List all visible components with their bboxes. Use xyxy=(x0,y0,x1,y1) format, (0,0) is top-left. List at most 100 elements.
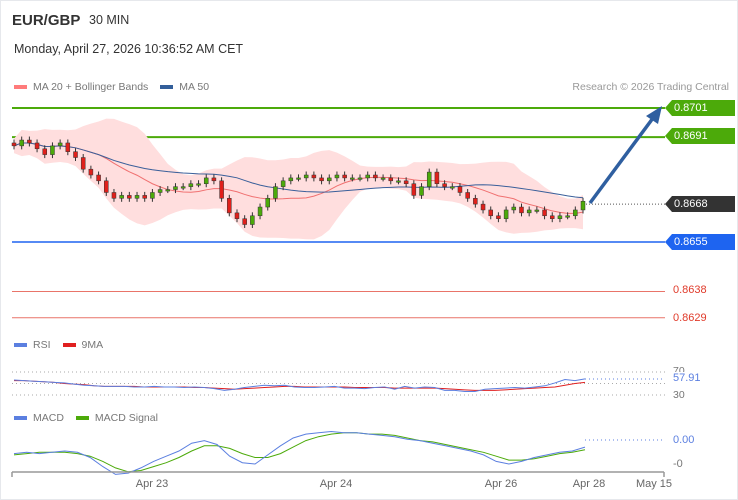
rsi-value: 57.91 xyxy=(673,372,701,384)
candle xyxy=(426,171,432,187)
candle xyxy=(265,198,270,208)
candle xyxy=(434,171,440,184)
candle xyxy=(296,177,301,180)
legend-macd-label: MACD xyxy=(33,412,64,424)
candle xyxy=(319,177,324,182)
candle xyxy=(327,177,332,182)
candle xyxy=(142,195,147,199)
legend-rsi-ma-label: 9MA xyxy=(81,339,104,351)
candle xyxy=(565,215,570,218)
candle xyxy=(257,206,263,217)
candle xyxy=(227,198,232,214)
candle xyxy=(288,177,294,182)
candle xyxy=(73,151,78,158)
candle xyxy=(165,189,171,192)
candle xyxy=(519,206,524,214)
legend-rsi-label: RSI xyxy=(33,339,51,351)
candle xyxy=(503,209,509,219)
current-price-tag: 0.8668 xyxy=(665,196,735,212)
forecast-arrow xyxy=(588,112,658,205)
chart-widget: EUR/GBP 30 MIN Monday, April 27, 2026 10… xyxy=(0,0,738,500)
candle xyxy=(549,215,555,219)
candle xyxy=(27,139,32,144)
candle xyxy=(465,192,470,199)
candle xyxy=(311,174,317,179)
candle xyxy=(542,209,547,217)
legend-rsi: RSI 9MA xyxy=(14,339,103,351)
candle xyxy=(388,177,394,182)
candle xyxy=(80,157,86,170)
rsi-lower-label: 30 xyxy=(673,389,685,401)
candle xyxy=(19,139,24,147)
candle xyxy=(350,177,355,180)
candle xyxy=(342,174,347,179)
legend-macd: MACD MACD Signal xyxy=(14,412,158,424)
level-label-4: 0.8638 xyxy=(673,284,707,296)
x-tick-4: May 15 xyxy=(635,478,673,490)
candle xyxy=(50,145,55,155)
level-tag-3: 0.8655 xyxy=(665,234,735,250)
candle xyxy=(526,209,532,214)
candle xyxy=(280,180,286,187)
candle xyxy=(373,174,378,179)
candle xyxy=(396,180,401,183)
macd-value: 0.00 xyxy=(673,434,695,446)
candle xyxy=(580,200,586,211)
candle xyxy=(203,177,209,184)
candle xyxy=(496,215,501,219)
candle xyxy=(411,183,417,196)
candle xyxy=(473,198,478,205)
candle xyxy=(250,215,255,225)
candle xyxy=(457,186,463,193)
candle xyxy=(104,180,109,193)
candle xyxy=(357,177,363,180)
candle xyxy=(219,180,224,199)
candle xyxy=(442,183,447,187)
candle xyxy=(242,218,247,225)
x-tick-2: Apr 26 xyxy=(484,478,518,490)
candle xyxy=(419,186,424,196)
macd-signal-swatch-icon xyxy=(75,416,89,420)
candle xyxy=(480,203,486,211)
candle xyxy=(119,195,124,199)
rsi-swatch-icon xyxy=(14,343,27,347)
candle xyxy=(573,209,578,217)
candle xyxy=(134,195,140,199)
candle xyxy=(303,174,309,179)
candle xyxy=(188,183,194,187)
candle xyxy=(57,142,63,147)
candle xyxy=(11,142,17,147)
candle xyxy=(196,183,201,186)
candle xyxy=(127,195,132,199)
macd-lower-label: -0 xyxy=(673,458,683,470)
candle xyxy=(403,180,409,184)
x-tick-3: Apr 28 xyxy=(572,478,606,490)
macd-line xyxy=(13,430,586,475)
candle xyxy=(96,174,101,182)
candle xyxy=(111,192,117,199)
level-tag-1: 0.8691 xyxy=(665,128,735,144)
candle xyxy=(273,186,278,199)
candle xyxy=(42,148,48,155)
candle xyxy=(88,168,94,176)
level-label-5: 0.8629 xyxy=(673,312,707,324)
candle xyxy=(234,212,240,219)
macd-signal-line xyxy=(13,432,586,473)
candle xyxy=(173,186,178,190)
candle xyxy=(365,174,370,179)
candle xyxy=(511,206,517,211)
candle xyxy=(557,215,563,219)
candle xyxy=(34,142,40,150)
candle xyxy=(450,186,455,189)
candle xyxy=(211,177,217,182)
candle xyxy=(380,177,386,180)
legend-macd-signal-label: MACD Signal xyxy=(94,412,158,424)
rsi-ma-line xyxy=(14,380,586,391)
candle xyxy=(334,174,340,179)
candle xyxy=(65,142,71,152)
macd-swatch-icon xyxy=(14,416,27,420)
candle xyxy=(488,209,493,217)
candle xyxy=(157,189,163,193)
candle xyxy=(534,209,540,212)
level-tag-0: 0.8701 xyxy=(665,100,735,116)
